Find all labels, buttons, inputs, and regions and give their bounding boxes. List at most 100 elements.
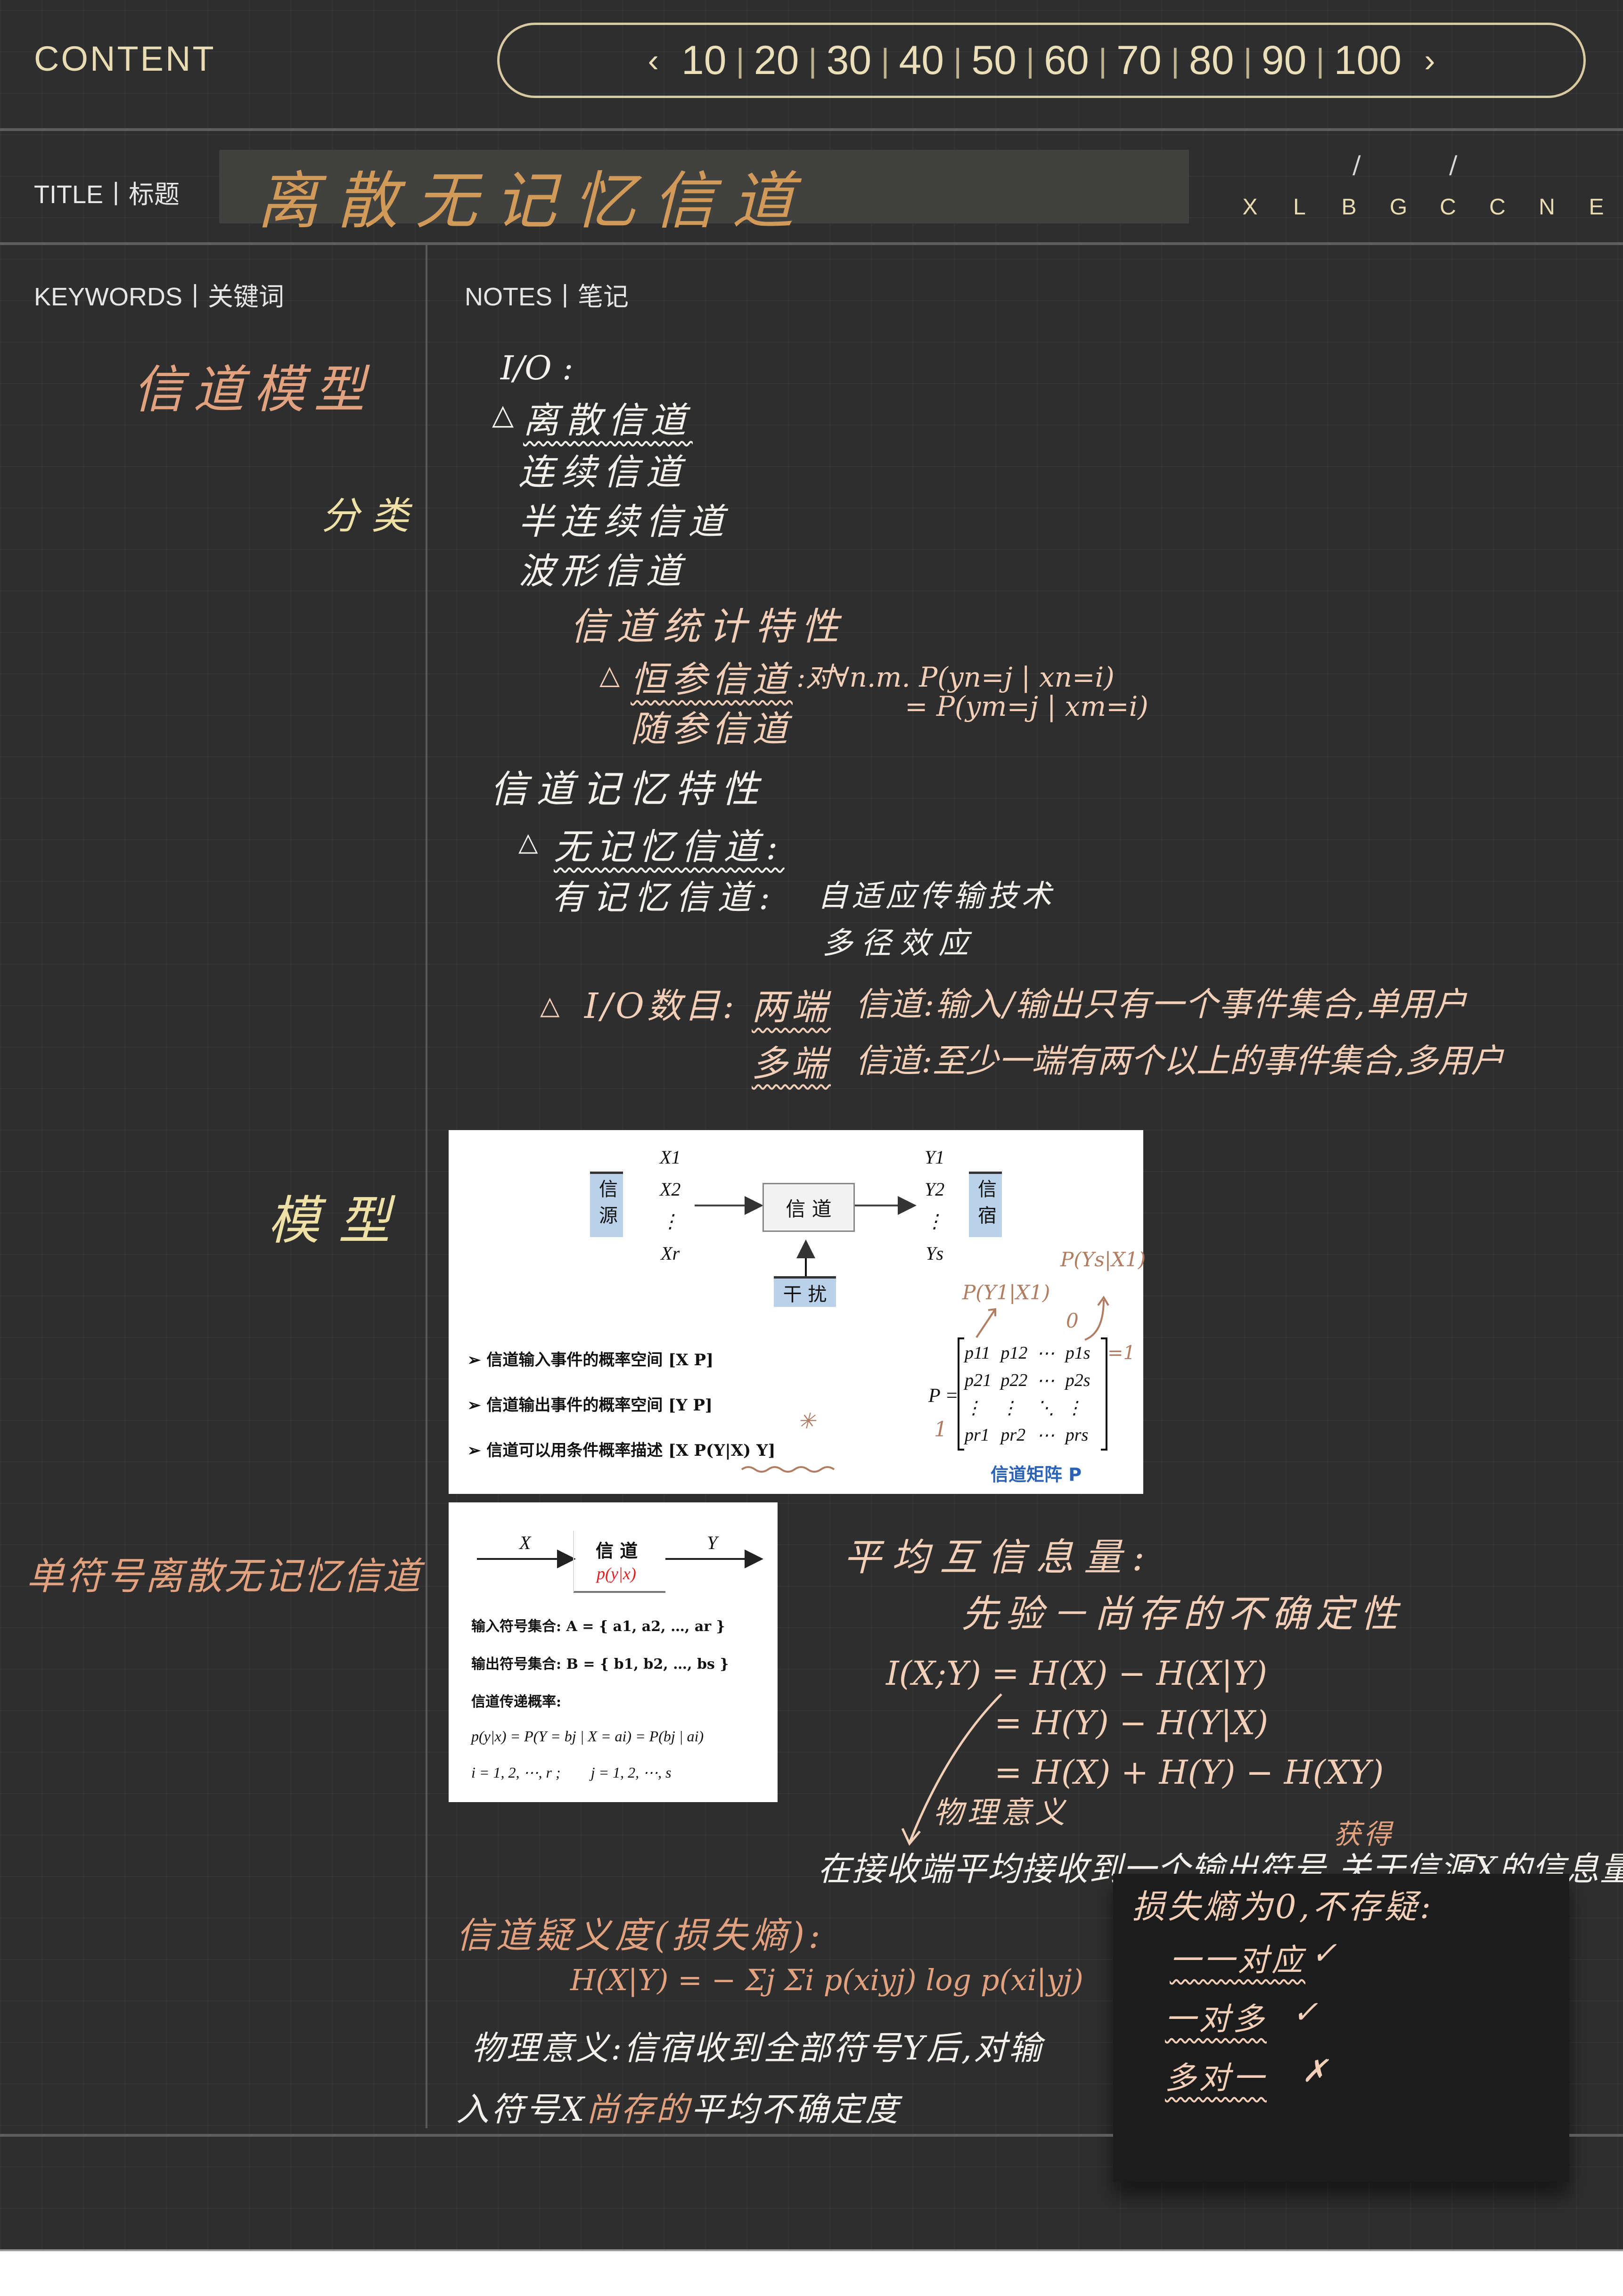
keyword-channel-model: 信道模型 bbox=[133, 361, 375, 419]
note-two-port: 两端 bbox=[752, 986, 831, 1028]
y-label: Y bbox=[707, 1532, 718, 1553]
noise-box: 干 扰 bbox=[774, 1276, 836, 1307]
matrix-row: ⋮ ⋮ ⋱ ⋮ bbox=[964, 1394, 1101, 1421]
note-multi-port: 多端 bbox=[752, 1042, 831, 1084]
matrix-row: pr1 pr2 ⋯ prs bbox=[964, 1421, 1101, 1449]
sticky-item-one-to-many: 一对多 bbox=[1165, 2001, 1267, 2037]
date-letter: C bbox=[1440, 195, 1456, 220]
meaning-part: 入符号X bbox=[456, 2090, 586, 2129]
note-physical-meaning-label: 物理意义 bbox=[933, 1796, 1069, 1830]
page-link-80[interactable]: 80 bbox=[1180, 37, 1244, 84]
page-link-90[interactable]: 90 bbox=[1252, 37, 1316, 84]
prev-page-icon[interactable]: ‹ bbox=[635, 41, 672, 79]
matrix-cell: p22 bbox=[1000, 1370, 1028, 1390]
page-bottom-divider bbox=[0, 2134, 1113, 2137]
note-memory-heading: 信道记忆特性 bbox=[490, 767, 767, 811]
matrix-caption: 信道矩阵 P bbox=[991, 1464, 1082, 1485]
note-multipath-effect: 多径效应 bbox=[822, 926, 977, 961]
separator: | bbox=[953, 42, 962, 79]
index-ranges: i = 1, 2, ⋯, r ; j = 1, 2, ⋯, s bbox=[471, 1764, 672, 1781]
page-link-60[interactable]: 60 bbox=[1034, 37, 1098, 84]
note-continuous-channel: 连续信道 bbox=[518, 451, 688, 493]
matrix-cell: ⋯ bbox=[1036, 1425, 1055, 1445]
check-icon: ✓ bbox=[1311, 1935, 1337, 1971]
matrix-cell: ⋮ bbox=[1000, 1398, 1019, 1418]
matrix-cell: ⋮ bbox=[965, 1398, 983, 1418]
date-letter: C bbox=[1489, 195, 1506, 220]
matrix-cell: ⋯ bbox=[1036, 1343, 1055, 1363]
title-label: TITLE丨标题 bbox=[34, 180, 180, 209]
date-letter: E bbox=[1589, 195, 1604, 220]
matrix-row: p11 p12 ⋯ p1s bbox=[964, 1339, 1101, 1367]
separator: | bbox=[1243, 42, 1252, 79]
note-constant-param-channel: 恒参信道 bbox=[631, 658, 793, 700]
page-link-100[interactable]: 100 bbox=[1325, 37, 1411, 84]
note-multi-port-def: 信道:至少一端有两个以上的事件集合,多用户 bbox=[855, 1041, 1504, 1080]
matrix-row: p21 p22 ⋯ p2s bbox=[964, 1367, 1101, 1394]
noise-label: 干 扰 bbox=[783, 1284, 827, 1305]
input-set: 输入符号集合: A = { a1, a2, …, ar } bbox=[471, 1618, 725, 1635]
separator: | bbox=[881, 42, 890, 79]
note-stat-heading: 信道统计特性 bbox=[570, 605, 847, 648]
page-title: 离散无记忆信道 bbox=[257, 165, 811, 238]
next-page-icon[interactable]: › bbox=[1411, 41, 1448, 79]
note-equivocation-heading: 信道疑义度(损失熵): bbox=[456, 1914, 824, 1956]
matrix-cell: pr2 bbox=[1000, 1425, 1026, 1445]
matrix-cell: p1s bbox=[1065, 1343, 1090, 1363]
matrix-cell: p11 bbox=[965, 1343, 991, 1363]
date-letter: N bbox=[1539, 195, 1555, 220]
bullet-text: 信道输入事件的概率空间 [X P] bbox=[486, 1351, 714, 1369]
note-memory-channel: 有记忆信道: bbox=[551, 877, 778, 917]
page-link-30[interactable]: 30 bbox=[817, 37, 881, 84]
sticky-item-one-to-one: 一一对应 bbox=[1170, 1942, 1305, 1978]
separator: | bbox=[1316, 42, 1325, 79]
output-set: 输出符号集合: B = { b1, b2, …, bs } bbox=[471, 1656, 729, 1673]
note-equivocation-meaning-2: 入符号X尚存的平均不确定度 bbox=[456, 2083, 900, 2131]
date-slash: / bbox=[1352, 151, 1361, 179]
annotation-one: 1 bbox=[934, 1418, 947, 1442]
bullet-text: 信道可以用条件概率描述 [X P(Y|X) Y] bbox=[486, 1441, 776, 1460]
sticky-note[interactable]: 损失熵为0,不存疑: 一一对应 ✓ 一对多 ✓ 多对一 ✗ bbox=[1113, 1874, 1569, 2182]
transition-prob-formula: p(y|x) = P(Y = bj | X = ai) = P(bj | ai) bbox=[471, 1728, 704, 1745]
annotation-wavy-underline bbox=[741, 1466, 835, 1473]
page-link-50[interactable]: 50 bbox=[962, 37, 1026, 84]
matrix-cell: p2s bbox=[1065, 1370, 1090, 1390]
page-index-nav: ‹ 10 | 20 | 30 | 40 | 50 | 60 | 70 | 80 | 90 | 10… bbox=[497, 23, 1586, 98]
note-semicontinuous-channel: 半连续信道 bbox=[518, 500, 730, 542]
note-equivocation-formula: H(X|Y) = − Σj Σi p(xiyj) log p(xi|yj) bbox=[570, 1963, 1083, 1997]
matrix-lhs: P = bbox=[928, 1385, 959, 1407]
matrix-cell: ⋱ bbox=[1036, 1398, 1055, 1418]
date-letter: L bbox=[1293, 195, 1306, 220]
note-waveform-channel: 波形信道 bbox=[518, 550, 688, 592]
note-mi-eq3: = H(X) + H(Y) − H(XY) bbox=[994, 1753, 1384, 1792]
note-constant-def-2: = P(ym=j | xm=i) bbox=[905, 690, 1148, 722]
note-mi-eq1: I(X;Y) = H(X) − H(X|Y) bbox=[886, 1654, 1267, 1693]
title-divider bbox=[0, 242, 1623, 245]
page-link-20[interactable]: 20 bbox=[745, 37, 809, 84]
page-link-40[interactable]: 40 bbox=[889, 37, 953, 84]
bullet-text: 信道输出事件的概率空间 [Y P] bbox=[486, 1396, 713, 1415]
sticky-heading: 损失熵为0,不存疑: bbox=[1132, 1887, 1434, 1926]
channel-prob: p(y|x) bbox=[597, 1564, 636, 1583]
annotation-arrows bbox=[975, 1296, 1109, 1341]
check-icon: ✓ bbox=[1292, 1994, 1319, 2030]
note-discrete-channel: 离散信道 bbox=[523, 399, 693, 441]
separator: | bbox=[736, 42, 745, 79]
page-link-10[interactable]: 10 bbox=[672, 37, 736, 84]
note-constant-def: :对∀n.m. P(yn=j | xn=i) bbox=[796, 661, 1115, 693]
note-adaptive-transmission: 自适应传输技术 bbox=[818, 879, 1055, 914]
content-label: CONTENT bbox=[34, 39, 216, 78]
separator: | bbox=[1098, 42, 1107, 79]
channel-label: 信 道 bbox=[596, 1540, 638, 1561]
channel-matrix: p11 p12 ⋯ p1s p21 p22 ⋯ p2s ⋮ ⋮ ⋱ ⋮ pr1 pr2 ⋯ prs bbox=[958, 1337, 1107, 1451]
matrix-cell: p12 bbox=[1000, 1343, 1028, 1363]
triangle-bullet-icon: △ bbox=[518, 827, 538, 857]
note-two-port-def: 信道:输入/输出只有一个事件集合,单用户 bbox=[855, 985, 1468, 1024]
bullet-input-space: ➢ 信道输入事件的概率空间 [X P] bbox=[467, 1351, 714, 1369]
note-mutual-info-subheading: 先验－尚存的不确定性 bbox=[961, 1592, 1404, 1636]
page-link-70[interactable]: 70 bbox=[1107, 37, 1171, 84]
matrix-cell: pr1 bbox=[965, 1425, 990, 1445]
single-symbol-channel-figure: X Y 信 道 p(y|x) 输入符号集合: A = { a1, a2, …, … bbox=[449, 1502, 778, 1802]
matrix-cell: ⋯ bbox=[1036, 1370, 1055, 1391]
column-divider bbox=[426, 245, 427, 2128]
